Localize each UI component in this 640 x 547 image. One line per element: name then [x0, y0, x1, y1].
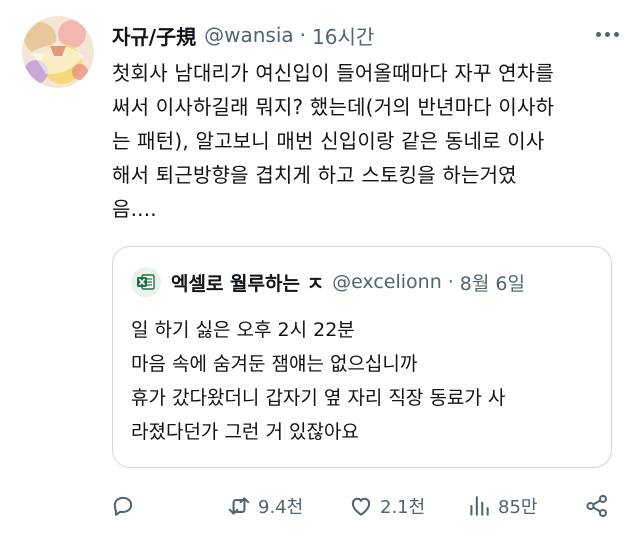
heart-icon [348, 493, 374, 519]
tweet: 자규/子規 @wansia · 16시간 첫회사 남대리가 여신입이 들어올때마… [0, 0, 640, 547]
action-bar: 9.4천 2.1천 85만 [108, 488, 628, 524]
quoted-avatar [131, 267, 161, 297]
tweet-header: 자규/子規 @wansia · 16시간 [112, 18, 584, 52]
reply-icon [110, 493, 136, 519]
quoted-display-name: 엑셀로 월루하는 ㅈ [171, 272, 325, 295]
quoted-separator-dot: · [447, 271, 454, 293]
like-button[interactable]: 2.1천 [348, 488, 425, 524]
display-name[interactable]: 자규/子規 [112, 21, 196, 50]
quoted-tweet-text: 일 하기 싫은 오후 2시 22분 마음 속에 숨겨둔 잼얘는 없으십니까 휴가… [131, 319, 506, 443]
retweet-count: 9.4천 [258, 497, 304, 518]
reply-button[interactable] [110, 488, 136, 524]
quoted-tweet[interactable]: 엑셀로 월루하는 ㅈ @excelionn · 8월 6일 일 하기 싫은 오후… [112, 246, 612, 468]
views-bar-chart-icon [466, 493, 492, 519]
timestamp[interactable]: 16시간 [312, 21, 374, 50]
quoted-date: 8월 6일 [459, 272, 525, 295]
tweet-text: 첫회사 남대리가 여신입이 들어올때마다 자꾸 연차를 써서 이사하길래 뭐지?… [112, 61, 555, 221]
quoted-tweet-header: 엑셀로 월루하는 ㅈ @excelionn · 8월 6일 [131, 267, 597, 297]
avatar[interactable] [22, 16, 94, 88]
excel-logo-icon [131, 267, 161, 297]
share-button[interactable] [584, 488, 610, 524]
more-options-icon[interactable] [592, 22, 622, 46]
retweet-icon [226, 493, 252, 519]
handle[interactable]: @wansia [204, 23, 294, 47]
view-count: 85만 [498, 497, 538, 518]
views-button[interactable]: 85만 [466, 488, 537, 524]
quoted-handle: @excelionn [332, 271, 442, 293]
share-icon [584, 493, 610, 519]
retweet-button[interactable]: 9.4천 [226, 488, 303, 524]
like-count: 2.1천 [380, 497, 426, 518]
separator-dot: · [299, 23, 306, 47]
